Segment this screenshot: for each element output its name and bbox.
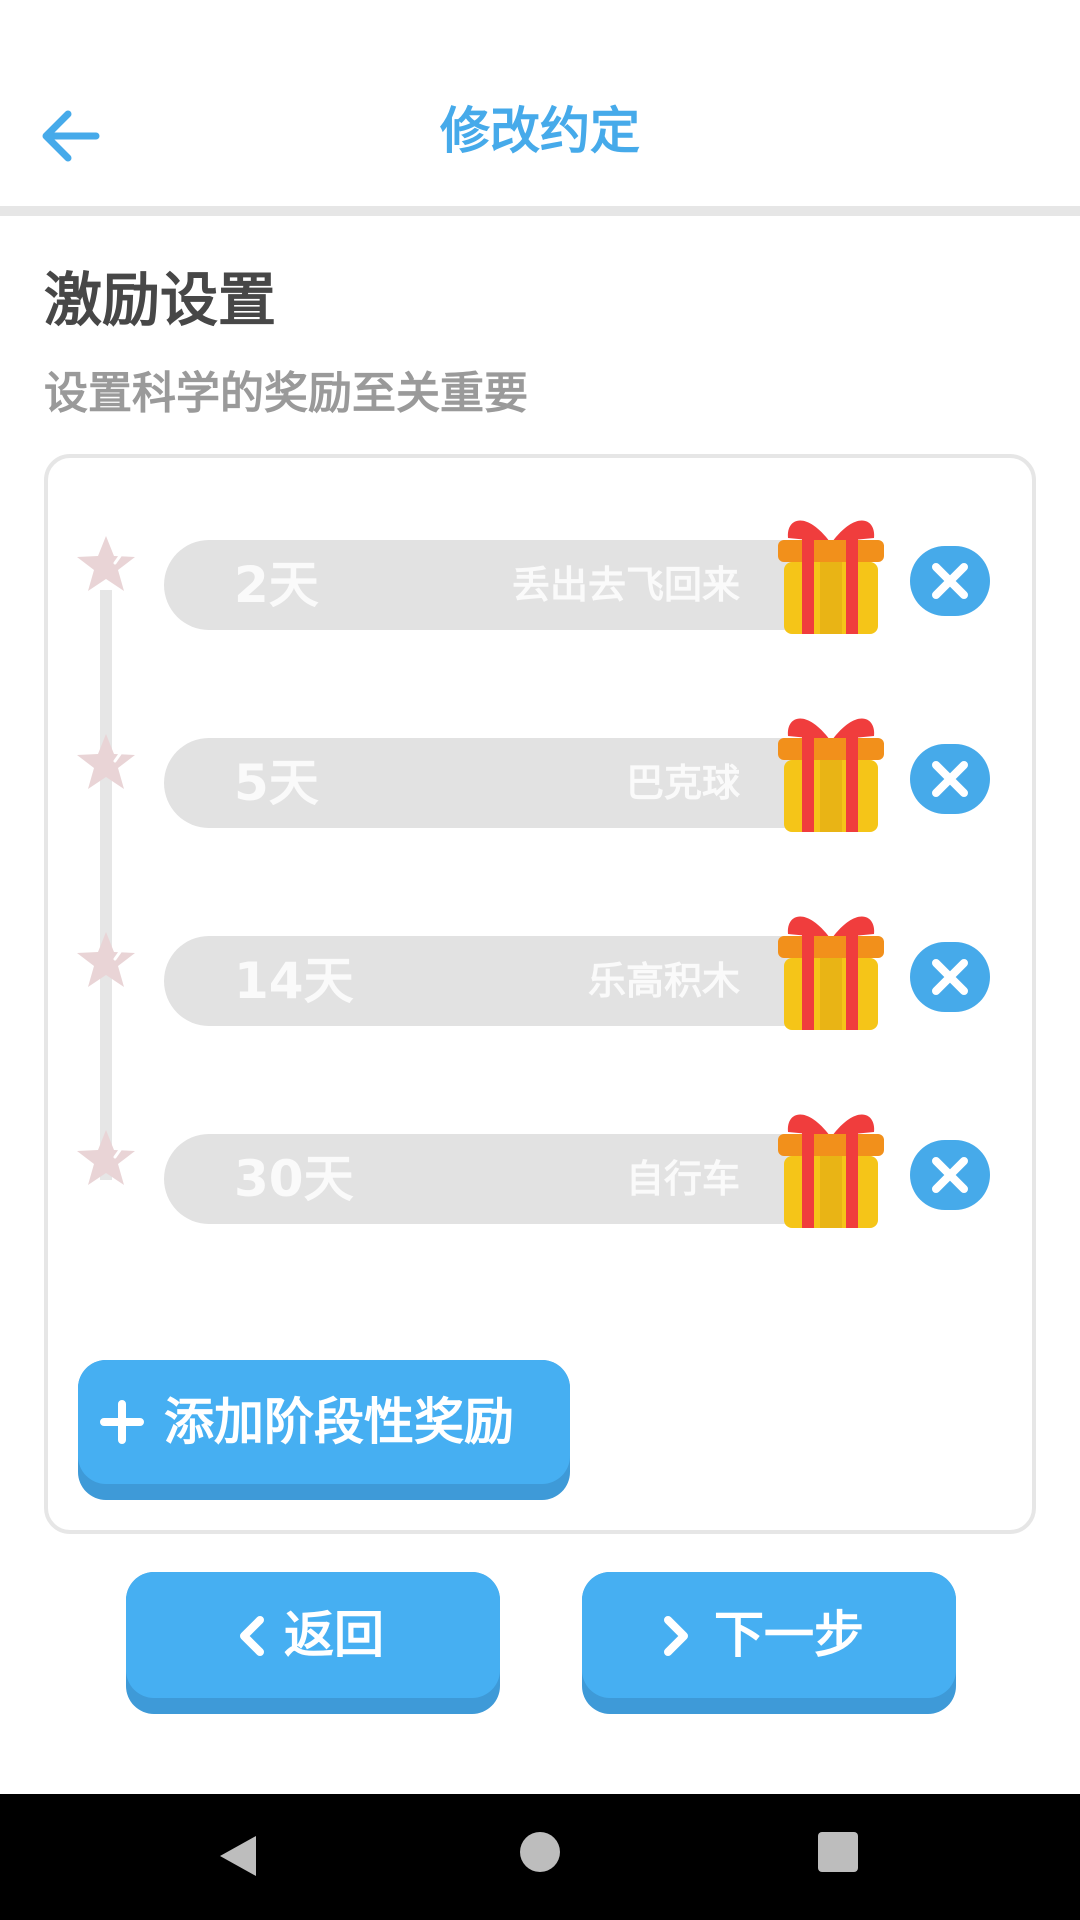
- add-reward-button-face[interactable]: 添加阶段性奖励: [78, 1360, 570, 1484]
- add-reward-label: 添加阶段性奖励: [164, 1393, 514, 1451]
- chevron-left-icon: [240, 1616, 264, 1656]
- reward-days: 5天: [234, 754, 319, 812]
- reward-name: 乐高积木: [587, 959, 740, 1003]
- close-icon: [932, 563, 968, 599]
- section-subtitle: 设置科学的奖励至关重要: [44, 368, 528, 419]
- reward-name: 丢出去飞回来: [511, 563, 740, 607]
- close-icon: [932, 1157, 968, 1193]
- system-navigation-bar: [0, 1794, 1080, 1920]
- page-title: 修改约定: [440, 102, 640, 160]
- gift-icon: [778, 916, 884, 1030]
- chevron-right-icon: [664, 1616, 688, 1656]
- reward-days: 14天: [234, 952, 354, 1010]
- reward-name: 巴克球: [625, 761, 740, 805]
- reward-pill[interactable]: 30天 自行车: [164, 1134, 864, 1224]
- timeline-line: [100, 590, 112, 1180]
- delete-reward-button[interactable]: [910, 546, 990, 616]
- plus-icon: [100, 1400, 144, 1444]
- back-button-face[interactable]: 返回: [126, 1572, 500, 1698]
- system-back-icon[interactable]: [218, 1834, 258, 1878]
- delete-reward-button[interactable]: [910, 942, 990, 1012]
- star-icon: [77, 1130, 135, 1185]
- delete-reward-button[interactable]: [910, 744, 990, 814]
- gift-icon: [778, 1114, 884, 1228]
- close-icon: [932, 959, 968, 995]
- add-reward-button[interactable]: 添加阶段性奖励: [78, 1360, 570, 1500]
- reward-name: 自行车: [625, 1157, 740, 1201]
- reward-days: 2天: [234, 556, 319, 614]
- reward-row: 2天 丢出去飞回来: [0, 508, 1080, 634]
- reward-pill[interactable]: 5天 巴克球: [164, 738, 864, 828]
- next-button-label: 下一步: [714, 1606, 864, 1664]
- close-icon: [932, 761, 968, 797]
- reward-pill[interactable]: 2天 丢出去飞回来: [164, 540, 864, 630]
- star-icon: [77, 734, 135, 789]
- gift-icon: [778, 520, 884, 634]
- back-button[interactable]: 返回: [126, 1572, 500, 1714]
- header-divider: [0, 206, 1080, 216]
- delete-reward-button[interactable]: [910, 1140, 990, 1210]
- reward-row: 30天 自行车: [0, 1102, 1080, 1228]
- reward-row: 5天 巴克球: [0, 706, 1080, 832]
- next-button-face[interactable]: 下一步: [582, 1572, 956, 1698]
- next-button[interactable]: 下一步: [582, 1572, 956, 1714]
- app-header: 修改约定: [0, 0, 1080, 206]
- back-button-label: 返回: [284, 1606, 384, 1664]
- section-title: 激励设置: [44, 266, 277, 334]
- system-home-icon[interactable]: [520, 1832, 560, 1872]
- reward-pill[interactable]: 14天 乐高积木: [164, 936, 864, 1026]
- reward-days: 30天: [234, 1150, 354, 1208]
- system-recent-apps-icon[interactable]: [818, 1832, 858, 1872]
- gift-icon: [778, 718, 884, 832]
- star-icon: [77, 536, 135, 591]
- star-icon: [77, 932, 135, 987]
- reward-row: 14天 乐高积木: [0, 904, 1080, 1030]
